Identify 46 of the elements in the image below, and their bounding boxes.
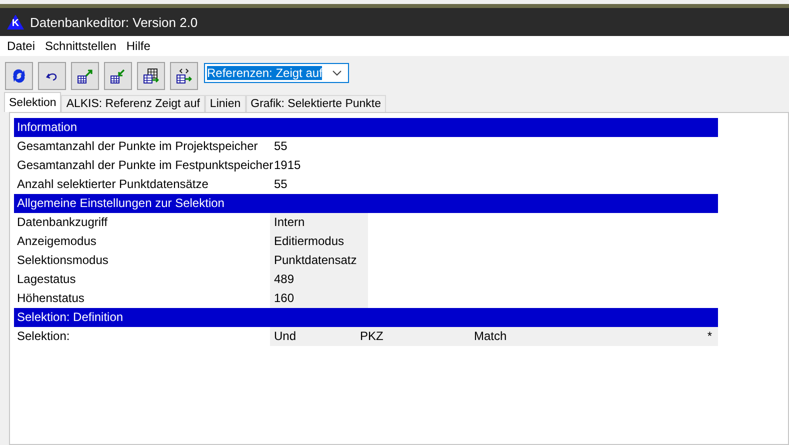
window-title: Datenbankeditor: Version 2.0: [30, 14, 198, 30]
reference-dropdown[interactable]: Referenzen: Zeigt auf: [204, 63, 349, 83]
chevron-down-icon: [332, 70, 342, 76]
refresh-icon: [11, 68, 27, 84]
row-label: Anzeigemodus: [16, 233, 98, 250]
row-label: Selektion:: [16, 328, 71, 345]
row-label: Selektionsmodus: [16, 252, 110, 269]
app-logo: K: [7, 14, 24, 30]
definition-cell-text: Und: [274, 328, 298, 345]
menu-item[interactable]: Datei: [2, 39, 40, 53]
tab[interactable]: ALKIS: Referenz Zeigt auf: [61, 95, 205, 112]
row-label: Gesamtanzahl der Punkte im Projektspeicher: [16, 138, 259, 155]
row-label: Anzahl selektierter Punktdatensätze: [16, 176, 210, 193]
toolbar-button[interactable]: [38, 62, 66, 90]
section-header: Information: [14, 118, 718, 137]
row-label: Höhenstatus: [16, 290, 86, 307]
table-icon: [143, 68, 159, 84]
value-cell-text: 55: [273, 138, 288, 155]
import-icon: [110, 68, 126, 84]
definition-cell-text: Match: [474, 328, 508, 345]
value-cell[interactable]: Editiermodus: [270, 232, 368, 251]
section-header: Selektion: Definition: [14, 308, 718, 327]
tab[interactable]: Selektion: [4, 92, 62, 112]
definition-cell-text: PKZ: [360, 328, 384, 345]
row-label: Datenbankzugriff: [16, 214, 109, 231]
table-arrows-icon: [176, 68, 192, 84]
menu-item[interactable]: Hilfe: [121, 39, 156, 53]
toolbar-button[interactable]: [170, 62, 198, 90]
tab[interactable]: Grafik: Selektierte Punkte: [246, 95, 386, 112]
section-header: Allgemeine Einstellungen zur Selektion: [14, 194, 718, 213]
value-cell[interactable]: 160: [270, 289, 368, 308]
value-cell[interactable]: Punktdatensatz: [270, 251, 368, 270]
value-cell[interactable]: Intern: [270, 213, 368, 232]
tab[interactable]: Linien: [204, 95, 246, 112]
toolbar-button[interactable]: [5, 62, 33, 90]
undo-icon: [46, 72, 58, 80]
menu-item[interactable]: Schnittstellen: [40, 39, 122, 53]
toolbar-button[interactable]: [137, 62, 165, 90]
row-label: Lagestatus: [16, 271, 77, 288]
value-cell-text: 55: [273, 176, 288, 193]
toolbar-button[interactable]: [104, 62, 132, 90]
definition-cells[interactable]: Und PKZ Match *: [270, 327, 718, 346]
export-icon: [77, 68, 93, 84]
definition-cell-text: *: [707, 328, 713, 345]
value-cell[interactable]: 489: [270, 270, 368, 289]
toolbar-button[interactable]: [71, 62, 99, 90]
